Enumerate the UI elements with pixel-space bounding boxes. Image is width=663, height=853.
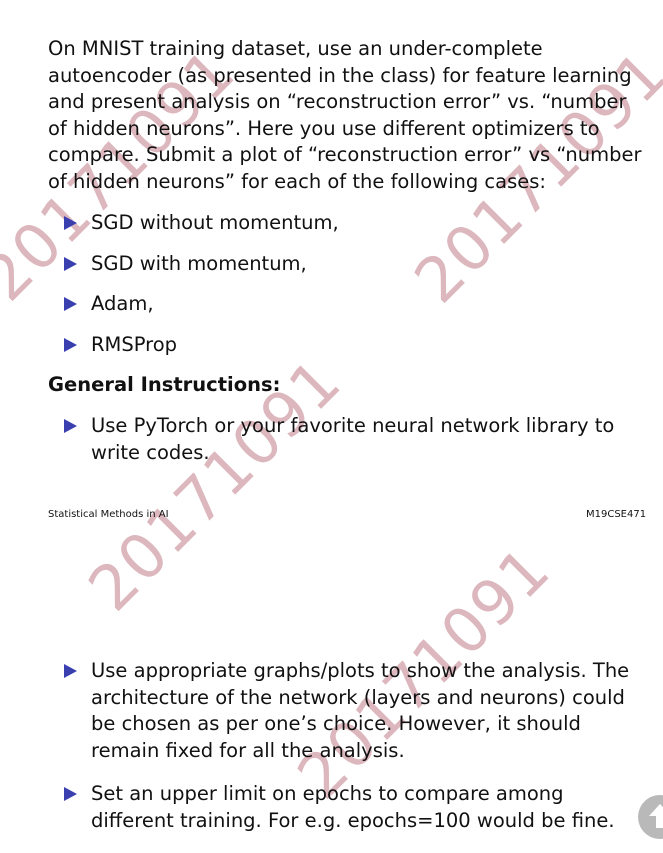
document-page: 20171091 20171091 20171091 20171091 On M… [0,0,663,853]
bullet-triangle-icon [64,297,77,311]
bullet-triangle-icon [64,419,77,433]
list-item: Set an upper limit on epochs to compare … [64,781,634,834]
list-item: Use appropriate graphs/plots to show the… [64,658,634,764]
intro-paragraph: On MNIST training dataset, use an under-… [48,37,642,193]
bullet-triangle-icon [64,216,77,230]
list-item: SGD without momentum, [64,210,634,237]
scroll-to-top-button[interactable] [638,795,663,839]
bullet-triangle-icon [64,664,77,678]
footer-course-code: M19CSE471 [586,509,647,520]
bullet-triangle-icon [64,787,77,801]
list-item: RMSProp [64,332,634,359]
instructions-heading: General Instructions: [48,373,281,396]
list-item: Use PyTorch or your favorite neural netw… [64,413,634,466]
list-item: SGD with momentum, [64,251,634,278]
bullet-triangle-icon [64,338,77,352]
footer-course-title: Statistical Methods in AI [48,509,169,520]
bullet-triangle-icon [64,257,77,271]
arrow-up-icon [649,804,663,828]
list-item: Adam, [64,291,634,318]
